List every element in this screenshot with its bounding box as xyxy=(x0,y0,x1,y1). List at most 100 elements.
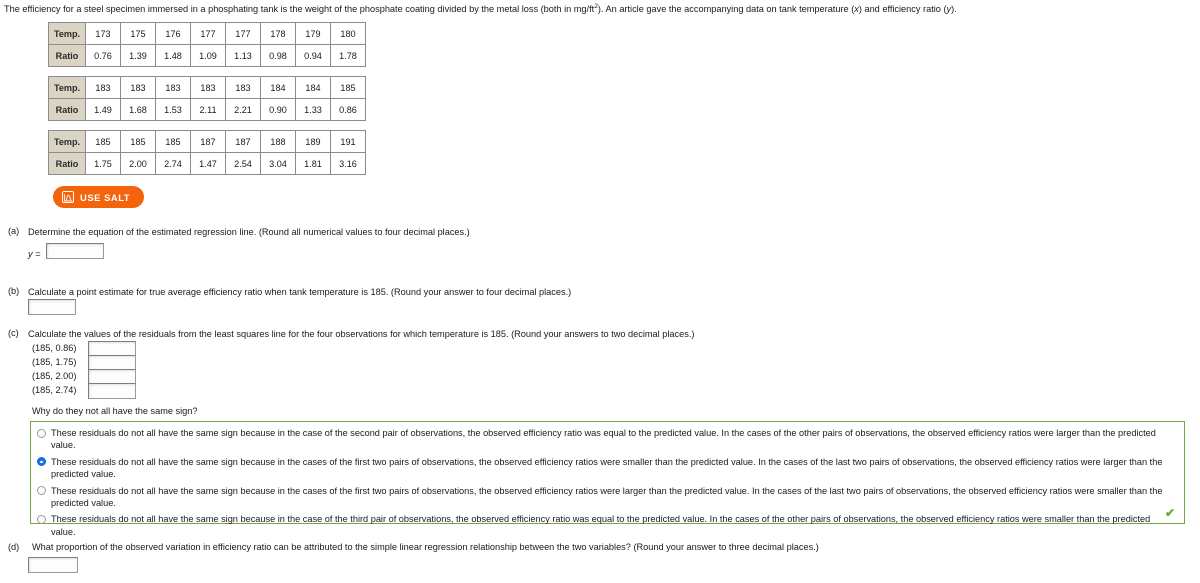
intro-text-part2: ). An article gave the accompanying data… xyxy=(597,4,855,14)
cell-temp: 187 xyxy=(225,130,261,153)
cell-temp: 183 xyxy=(120,76,156,99)
use-salt-label: USE SALT xyxy=(80,191,131,203)
residual-label-3: (185, 2.00) xyxy=(32,371,77,381)
cell-ratio: 1.75 xyxy=(85,152,121,175)
cell-ratio: 0.76 xyxy=(85,44,121,67)
cell-temp: 187 xyxy=(190,130,226,153)
row-header-temp: Temp. xyxy=(48,130,86,153)
table-row-ratio: Ratio 1.75 2.00 2.74 1.47 2.54 3.04 1.81… xyxy=(48,152,366,175)
part-b-prompt: Calculate a point estimate for true aver… xyxy=(28,287,572,297)
cell-ratio: 1.48 xyxy=(155,44,191,67)
data-table-3: Temp. 185 185 185 187 187 188 189 191 Ra… xyxy=(48,130,366,175)
cell-temp: 183 xyxy=(85,76,121,99)
cell-ratio: 1.09 xyxy=(190,44,226,67)
option-4-label: These residuals do not all have the same… xyxy=(51,514,1151,537)
cell-temp: 178 xyxy=(260,22,296,45)
row-header-temp: Temp. xyxy=(48,22,86,45)
residual-sign-options-group: These residuals do not all have the same… xyxy=(30,421,1185,537)
cell-temp: 177 xyxy=(225,22,261,45)
cell-ratio: 0.86 xyxy=(330,98,366,121)
cell-ratio: 2.21 xyxy=(225,98,261,121)
cell-temp: 179 xyxy=(295,22,331,45)
part-d-prompt: What proportion of the observed variatio… xyxy=(32,542,819,552)
part-c-tag: (c) xyxy=(8,328,19,338)
intro-text-part3: ) and efficiency ratio ( xyxy=(858,4,947,14)
radio-icon[interactable] xyxy=(37,428,46,438)
part-c-why-prompt: Why do they not all have the same sign? xyxy=(32,406,198,416)
option-2[interactable]: These residuals do not all have the same… xyxy=(31,455,1184,482)
table-row-temp: Temp. 183 183 183 183 183 184 184 185 xyxy=(48,76,366,99)
cell-ratio: 3.04 xyxy=(260,152,296,175)
cell-ratio: 1.33 xyxy=(295,98,331,121)
cell-ratio: 1.81 xyxy=(295,152,331,175)
part-c-prompt: Calculate the values of the residuals fr… xyxy=(28,329,695,339)
cell-temp: 185 xyxy=(120,130,156,153)
cell-ratio: 2.74 xyxy=(155,152,191,175)
residual-input-4[interactable] xyxy=(88,383,136,399)
cell-temp: 175 xyxy=(120,22,156,45)
row-header-temp: Temp. xyxy=(48,76,86,99)
cell-temp: 185 xyxy=(330,76,366,99)
cell-ratio: 2.54 xyxy=(225,152,261,175)
option-2-label: These residuals do not all have the same… xyxy=(51,456,1163,480)
cell-ratio: 1.47 xyxy=(190,152,226,175)
cell-temp: 183 xyxy=(190,76,226,99)
data-table-1: Temp. 173 175 176 177 177 178 179 180 Ra… xyxy=(48,22,366,67)
residual-label-1: (185, 0.86) xyxy=(32,343,77,353)
part-a-tag: (a) xyxy=(8,226,20,236)
cell-temp: 176 xyxy=(155,22,191,45)
cell-temp: 173 xyxy=(85,22,121,45)
cell-ratio: 1.68 xyxy=(120,98,156,121)
cell-ratio: 1.49 xyxy=(85,98,121,121)
distribution-chart-icon xyxy=(62,191,74,203)
option-3-label: These residuals do not all have the same… xyxy=(51,485,1163,509)
part-b-answer-input[interactable] xyxy=(28,299,76,315)
cell-ratio: 2.11 xyxy=(190,98,226,121)
cell-temp: 184 xyxy=(260,76,296,99)
part-b-tag: (b) xyxy=(8,286,20,296)
residual-label-2: (185, 1.75) xyxy=(32,357,77,367)
cell-ratio: 0.90 xyxy=(260,98,296,121)
radio-icon[interactable] xyxy=(37,514,46,524)
part-d-tag: (d) xyxy=(8,542,20,552)
residual-label-4: (185, 2.74) xyxy=(32,385,77,395)
cell-temp: 185 xyxy=(155,130,191,153)
table-row-ratio: Ratio 1.49 1.68 1.53 2.11 2.21 0.90 1.33… xyxy=(48,98,366,121)
data-table-2: Temp. 183 183 183 183 183 184 184 185 Ra… xyxy=(48,76,366,121)
cell-ratio: 0.98 xyxy=(260,44,296,67)
cell-ratio: 1.78 xyxy=(330,44,366,67)
table-row-temp: Temp. 173 175 176 177 177 178 179 180 xyxy=(48,22,366,45)
option-3[interactable]: These residuals do not all have the same… xyxy=(31,484,1184,511)
problem-page: The efficiency for a steel specimen imme… xyxy=(0,0,1200,583)
cell-temp: 188 xyxy=(260,130,296,153)
part-d-answer-input[interactable] xyxy=(28,557,78,573)
cell-temp: 189 xyxy=(295,130,331,153)
cell-temp: 180 xyxy=(330,22,366,45)
part-a-prompt: Determine the equation of the estimated … xyxy=(28,227,470,237)
cell-temp: 191 xyxy=(330,130,366,153)
option-4[interactable]: These residuals do not all have the same… xyxy=(31,512,1184,539)
intro-text-part4: ). xyxy=(951,4,957,14)
intro-text-part1: The efficiency for a steel specimen imme… xyxy=(4,4,595,14)
option-1[interactable]: These residuals do not all have the same… xyxy=(31,426,1184,453)
cell-ratio: 1.53 xyxy=(155,98,191,121)
cell-temp: 184 xyxy=(295,76,331,99)
row-header-ratio: Ratio xyxy=(48,44,86,67)
cell-ratio: 2.00 xyxy=(120,152,156,175)
cell-temp: 183 xyxy=(155,76,191,99)
radio-icon-selected[interactable] xyxy=(37,457,46,467)
use-salt-button[interactable]: USE SALT xyxy=(53,186,145,208)
table-row-ratio: Ratio 0.76 1.39 1.48 1.09 1.13 0.98 0.94… xyxy=(48,44,366,67)
cell-temp: 183 xyxy=(225,76,261,99)
cell-ratio: 1.13 xyxy=(225,44,261,67)
cell-temp: 177 xyxy=(190,22,226,45)
problem-statement: The efficiency for a steel specimen imme… xyxy=(4,3,957,15)
part-a-y-label: y = xyxy=(28,249,41,259)
table-row-temp: Temp. 185 185 185 187 187 188 189 191 xyxy=(48,130,366,153)
row-header-ratio: Ratio xyxy=(48,98,86,121)
part-a-answer-input[interactable] xyxy=(46,243,104,259)
cell-ratio: 1.39 xyxy=(120,44,156,67)
radio-icon[interactable] xyxy=(37,486,46,496)
correct-check-icon: ✔ xyxy=(1164,506,1175,520)
option-1-label: These residuals do not all have the same… xyxy=(51,428,1156,451)
